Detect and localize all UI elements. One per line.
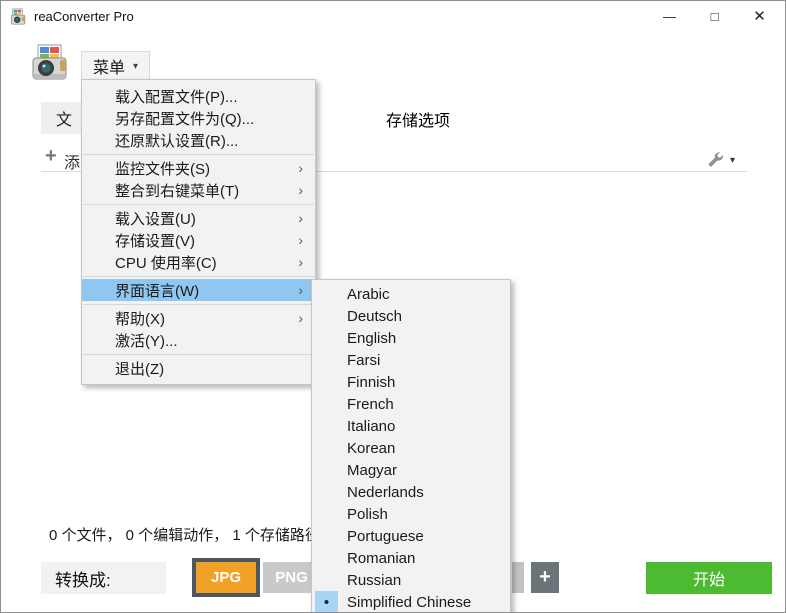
menu-item-save-profile-as[interactable]: 另存配置文件为(Q)...	[82, 107, 315, 129]
radio-blank	[315, 547, 338, 569]
menu-button-label: 菜单	[93, 54, 125, 78]
settings-dropdown[interactable]: ▾	[707, 150, 743, 170]
titlebar: reaConverter Pro — □ ✕	[1, 1, 785, 33]
menu-separator	[83, 154, 314, 155]
tab-save-options[interactable]: 存储选项	[386, 107, 450, 131]
radio-blank	[315, 415, 338, 437]
submenu-item-portuguese[interactable]: Portuguese	[312, 525, 510, 547]
minimize-button[interactable]: —	[647, 1, 692, 31]
menu-item-exit[interactable]: 退出(Z)	[82, 357, 315, 379]
language-submenu: Arabic Deutsch English Farsi Finnish Fre…	[311, 279, 511, 613]
menu-item-watch-folders[interactable]: 监控文件夹(S) ›	[82, 157, 315, 179]
convert-to-label: 转换成:	[41, 562, 166, 594]
chevron-down-icon: ▾	[133, 61, 138, 72]
radio-blank	[315, 327, 338, 349]
radio-blank	[315, 283, 338, 305]
main-menu: 载入配置文件(P)... 另存配置文件为(Q)... 还原默认设置(R)... …	[81, 79, 316, 385]
tab-save-options-label: 存储选项	[386, 113, 450, 130]
radio-blank	[315, 349, 338, 371]
menu-separator	[83, 354, 314, 355]
radio-blank	[315, 525, 338, 547]
submenu-item-farsi[interactable]: Farsi	[312, 349, 510, 371]
menu-item-help[interactable]: 帮助(X) ›	[82, 307, 315, 329]
maximize-button[interactable]: □	[692, 1, 737, 31]
menu-item-interface-language[interactable]: 界面语言(W) ›	[82, 279, 315, 301]
start-button[interactable]: 开始	[646, 562, 772, 594]
radio-blank	[315, 393, 338, 415]
radio-blank	[315, 437, 338, 459]
menu-item-cpu-usage[interactable]: CPU 使用率(C) ›	[82, 251, 315, 273]
submenu-item-french[interactable]: French	[312, 393, 510, 415]
submenu-arrow-icon: ›	[298, 160, 303, 176]
submenu-item-deutsch[interactable]: Deutsch	[312, 305, 510, 327]
tab-files[interactable]: 文	[41, 102, 82, 134]
radio-selected-icon: •	[315, 591, 338, 613]
add-files-label[interactable]: 添	[64, 149, 80, 173]
submenu-item-simplified-chinese[interactable]: • Simplified Chinese	[312, 591, 510, 613]
menu-separator	[83, 204, 314, 205]
submenu-arrow-icon: ›	[298, 210, 303, 226]
radio-blank	[315, 371, 338, 393]
submenu-item-korean[interactable]: Korean	[312, 437, 510, 459]
menu-separator	[83, 304, 314, 305]
menu-item-restore-defaults[interactable]: 还原默认设置(R)...	[82, 129, 315, 151]
app-icon	[10, 8, 28, 26]
radio-blank	[315, 305, 338, 327]
submenu-item-arabic[interactable]: Arabic	[312, 283, 510, 305]
menu-item-load-settings[interactable]: 载入设置(U) ›	[82, 207, 315, 229]
submenu-item-italiano[interactable]: Italiano	[312, 415, 510, 437]
chevron-down-icon: ▾	[730, 155, 735, 166]
menu-separator	[83, 276, 314, 277]
submenu-item-russian[interactable]: Russian	[312, 569, 510, 591]
add-files-plus-icon[interactable]: +	[45, 145, 57, 168]
window-controls: — □ ✕	[647, 1, 782, 31]
submenu-arrow-icon: ›	[298, 182, 303, 198]
format-jpg-button[interactable]: JPG	[192, 558, 260, 597]
format-button-partial[interactable]	[512, 562, 524, 593]
submenu-item-finnish[interactable]: Finnish	[312, 371, 510, 393]
submenu-arrow-icon: ›	[298, 232, 303, 248]
submenu-arrow-icon: ›	[298, 282, 303, 298]
radio-blank	[315, 459, 338, 481]
menu-item-context-menu-integration[interactable]: 整合到右键菜单(T) ›	[82, 179, 315, 201]
radio-blank	[315, 481, 338, 503]
submenu-item-romanian[interactable]: Romanian	[312, 547, 510, 569]
submenu-item-magyar[interactable]: Magyar	[312, 459, 510, 481]
close-button[interactable]: ✕	[737, 1, 782, 31]
submenu-item-polish[interactable]: Polish	[312, 503, 510, 525]
submenu-arrow-icon: ›	[298, 254, 303, 270]
submenu-item-english[interactable]: English	[312, 327, 510, 349]
tab-files-label: 文	[56, 106, 72, 130]
app-logo	[30, 43, 72, 83]
status-summary: 0 个文件， 0 个编辑动作， 1 个存储路径	[49, 524, 320, 545]
window-title: reaConverter Pro	[34, 9, 134, 24]
radio-blank	[315, 503, 338, 525]
submenu-arrow-icon: ›	[298, 310, 303, 326]
menu-item-activate[interactable]: 激活(Y)...	[82, 329, 315, 351]
app-window: reaConverter Pro — □ ✕ 菜单 ▾ 文 存储选项 + 添	[0, 0, 786, 613]
menu-item-load-profile[interactable]: 载入配置文件(P)...	[82, 85, 315, 107]
wrench-icon	[707, 151, 725, 169]
add-format-button[interactable]: +	[531, 562, 559, 593]
radio-blank	[315, 569, 338, 591]
menu-item-save-settings[interactable]: 存储设置(V) ›	[82, 229, 315, 251]
submenu-item-nederlands[interactable]: Nederlands	[312, 481, 510, 503]
menu-button[interactable]: 菜单 ▾	[81, 51, 150, 81]
